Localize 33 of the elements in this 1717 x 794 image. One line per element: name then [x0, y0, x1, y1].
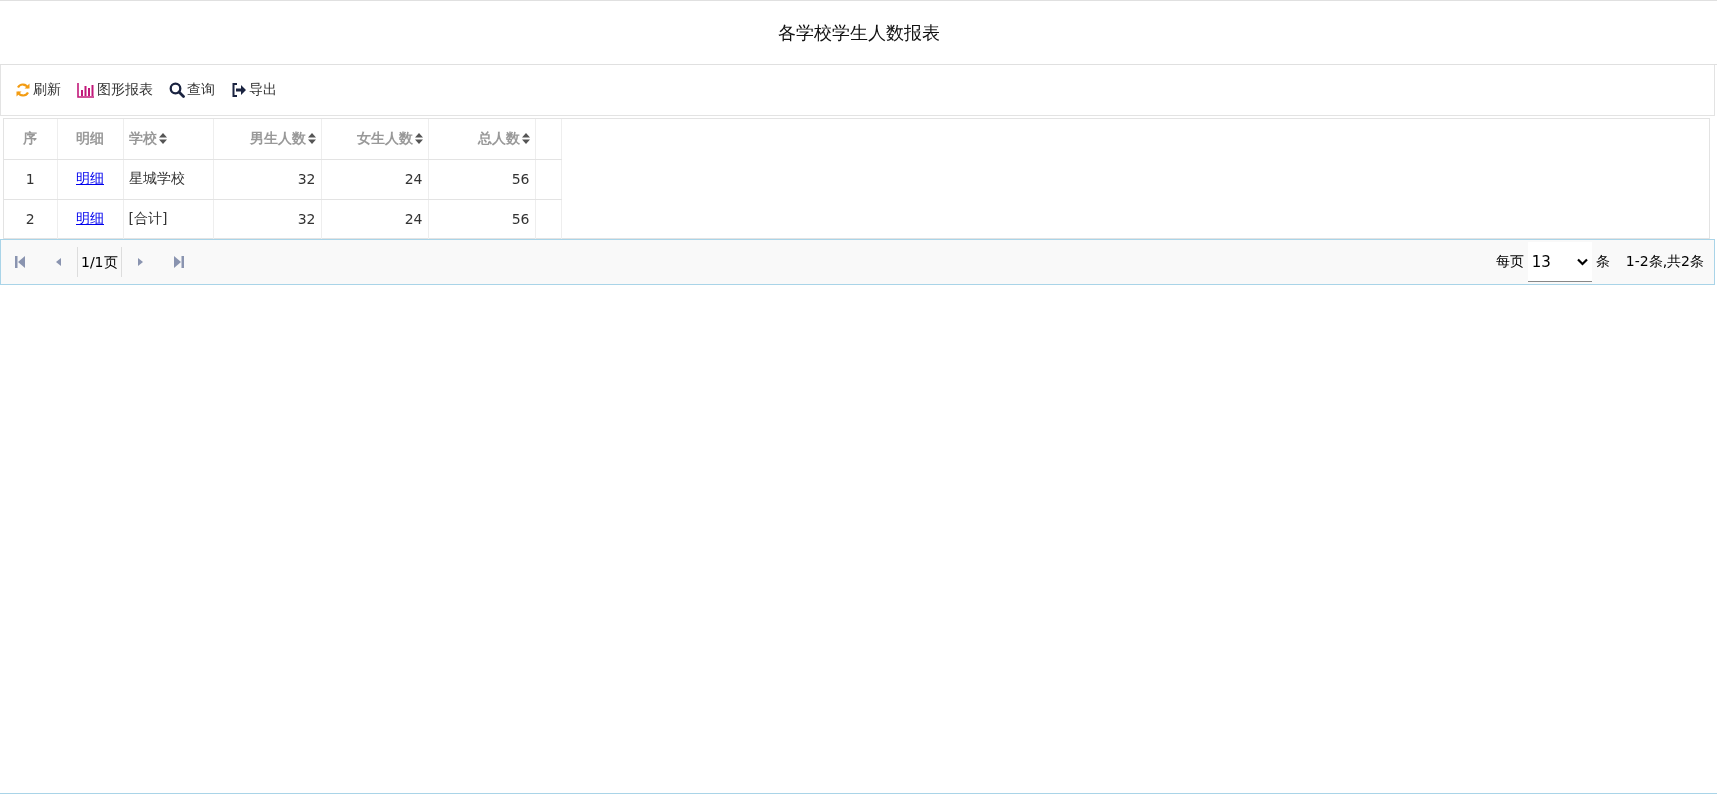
- refresh-button[interactable]: 刷新: [11, 79, 65, 101]
- sort-icon[interactable]: [307, 133, 316, 145]
- detail-link[interactable]: 明细: [76, 210, 104, 226]
- search-icon: [169, 82, 185, 98]
- table-cell: 星城学校: [128, 170, 185, 186]
- page-size-select[interactable]: 13: [1527, 242, 1592, 282]
- table-cell: 56: [511, 211, 530, 227]
- sort-icon[interactable]: [158, 133, 167, 145]
- table-cell: 2: [25, 211, 35, 227]
- table-cell: 56: [511, 171, 530, 187]
- detail-link[interactable]: 明细: [76, 170, 104, 186]
- table-cell: [合计]: [128, 210, 168, 226]
- table-cell: 32: [297, 211, 316, 227]
- refresh-icon: [15, 82, 31, 98]
- sort-icon[interactable]: [521, 133, 530, 145]
- unit-label: 条: [1595, 253, 1610, 271]
- report-title: 各学校学生人数报表: [777, 20, 940, 45]
- table-cell: 32: [297, 171, 316, 187]
- search-button[interactable]: 查询: [165, 79, 219, 101]
- sort-icon[interactable]: [414, 133, 423, 145]
- column-header: 序: [4, 119, 57, 159]
- exit-arrow-icon: [231, 82, 247, 98]
- chevron-down-icon: [1576, 257, 1588, 266]
- table-cell: 24: [404, 211, 423, 227]
- page-indicator: 1/1页: [77, 247, 122, 277]
- per-page-label: 每页: [1495, 253, 1524, 271]
- column-header: 明细: [57, 119, 123, 159]
- record-summary: 1-2条,共2条: [1625, 253, 1704, 271]
- chart-button[interactable]: 图形报表: [73, 79, 157, 101]
- table-cell: 24: [404, 171, 423, 187]
- export-button[interactable]: 导出: [227, 79, 281, 101]
- bar-chart-icon: [77, 82, 95, 98]
- table-cell: 1: [25, 171, 35, 187]
